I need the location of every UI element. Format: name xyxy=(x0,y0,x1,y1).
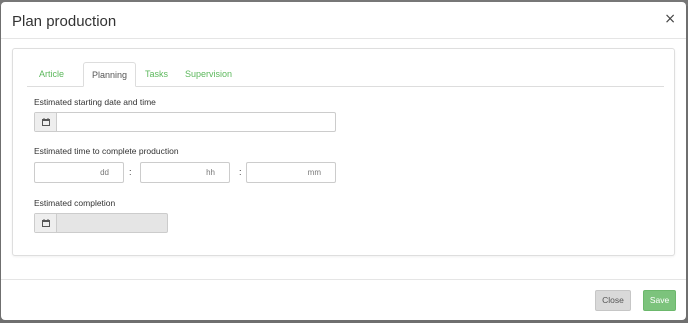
tab-article[interactable]: Article xyxy=(31,62,72,86)
completion-addon xyxy=(35,214,57,232)
modal-title: Plan production xyxy=(12,13,117,30)
modal-footer: Close Save xyxy=(1,279,686,320)
calendar-icon xyxy=(42,219,50,227)
duration-separator: : xyxy=(129,167,132,177)
calendar-icon xyxy=(42,118,50,126)
duration-label: Estimated time to complete production xyxy=(34,146,179,156)
duration-separator: : xyxy=(239,167,242,177)
tab-supervision[interactable]: Supervision xyxy=(177,62,240,86)
tab-planning[interactable]: Planning xyxy=(83,62,137,87)
modal-header: Plan production × xyxy=(1,2,686,39)
duration-hours-input[interactable]: hh xyxy=(140,162,230,183)
duration-minutes-input[interactable]: mm xyxy=(246,162,336,183)
days-placeholder: dd xyxy=(100,168,109,177)
modal-body: Article Planning Tasks Supervision Estim… xyxy=(12,48,675,256)
start-date-input-group[interactable] xyxy=(34,112,336,132)
close-icon[interactable]: × xyxy=(664,12,676,26)
tab-tasks[interactable]: Tasks xyxy=(137,62,176,86)
hours-placeholder: hh xyxy=(206,168,215,177)
start-date-label: Estimated starting date and time xyxy=(34,97,156,107)
save-button[interactable]: Save xyxy=(643,290,676,311)
plan-production-modal: Plan production × Article Planning Tasks… xyxy=(1,2,686,320)
completion-label: Estimated completion xyxy=(34,198,116,208)
minutes-placeholder: mm xyxy=(307,168,321,177)
close-button[interactable]: Close xyxy=(595,290,631,311)
tab-bar: Article Planning Tasks Supervision xyxy=(27,62,664,87)
duration-days-input[interactable]: dd xyxy=(34,162,124,183)
start-date-addon[interactable] xyxy=(35,113,57,131)
completion-field xyxy=(34,213,168,233)
